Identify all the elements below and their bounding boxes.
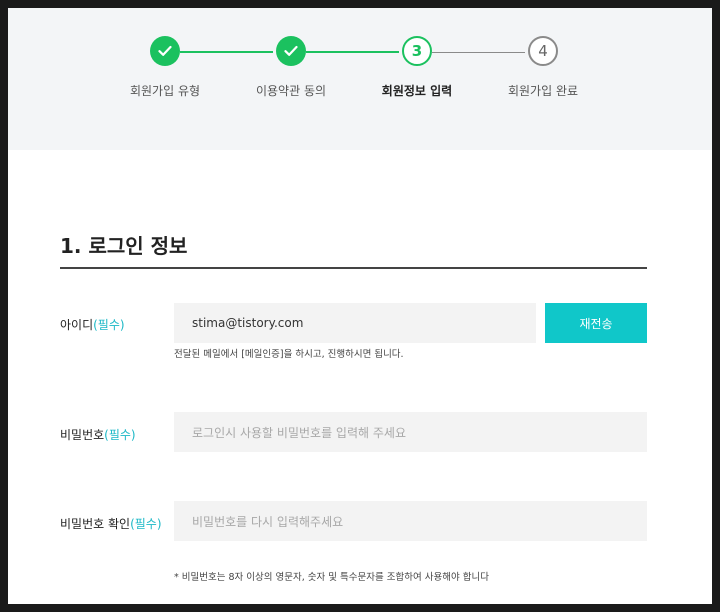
section-title: 1. 로그인 정보 (60, 234, 188, 258)
password-input[interactable]: 로그인시 사용할 비밀번호를 입력해 주세요 (174, 412, 647, 452)
id-input[interactable]: stima@tistory.com (174, 303, 536, 343)
password-confirm-field-label: 비밀번호 확인(필수) (60, 515, 162, 532)
password-field-label: 비밀번호(필수) (60, 426, 136, 443)
step-4-number: 4 (528, 36, 558, 66)
step-2-check-icon (276, 36, 306, 66)
password-placeholder: 로그인시 사용할 비밀번호를 입력해 주세요 (192, 425, 406, 440)
password-confirm-input[interactable]: 비밀번호를 다시 입력해주세요 (174, 501, 647, 541)
step-3-number: 3 (402, 36, 432, 66)
step-connector-2 (306, 51, 399, 53)
progress-steps: 3 4 회원가입 유형 이용약관 동의 회원정보 입력 회원가입 완료 (8, 8, 712, 150)
password-confirm-placeholder: 비밀번호를 다시 입력해주세요 (192, 514, 344, 529)
step-connector-3 (432, 52, 525, 53)
resend-button[interactable]: 재전송 (545, 303, 647, 343)
step-1-check-icon (150, 36, 180, 66)
id-label-text: 아이디 (60, 318, 94, 332)
id-field-label: 아이디(필수) (60, 316, 125, 333)
step-3-label: 회원정보 입력 (381, 84, 453, 98)
id-required-mark: (필수) (93, 318, 125, 332)
step-connector-1 (180, 51, 273, 53)
password-rule-note: * 비밀번호는 8자 이상의 영문자, 숫자 및 특수문자를 조합하여 사용해야… (174, 572, 489, 583)
step-1-label: 회원가입 유형 (129, 84, 201, 98)
password-required-mark: (필수) (104, 428, 136, 442)
password-confirm-required-mark: (필수) (130, 517, 162, 531)
password-confirm-label-text: 비밀번호 확인 (60, 517, 131, 531)
password-label-text: 비밀번호 (60, 428, 105, 442)
step-2-label: 이용약관 동의 (255, 84, 327, 98)
signup-window: 3 4 회원가입 유형 이용약관 동의 회원정보 입력 회원가입 완료 1. 로… (8, 8, 712, 604)
id-input-value: stima@tistory.com (192, 316, 304, 330)
section-divider (60, 267, 647, 269)
id-hint: 전달된 메일에서 [메일인증]을 하시고, 진행하시면 됩니다. (174, 349, 404, 360)
step-4-label: 회원가입 완료 (507, 84, 579, 98)
